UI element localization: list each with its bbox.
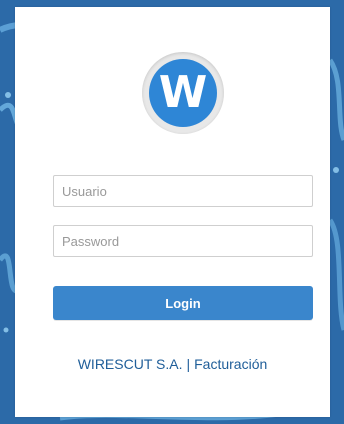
section-name: Facturación <box>194 356 268 372</box>
login-button[interactable]: Login <box>53 286 313 320</box>
w-logo-icon: W <box>149 59 217 127</box>
company-name: WIRESCUT S.A. <box>77 356 183 372</box>
footer-separator: | <box>186 356 191 372</box>
footer-text: WIRESCUT S.A. | Facturación <box>15 356 330 372</box>
brand-logo: W <box>142 52 224 134</box>
username-input[interactable] <box>53 175 313 207</box>
password-input[interactable] <box>53 225 313 257</box>
